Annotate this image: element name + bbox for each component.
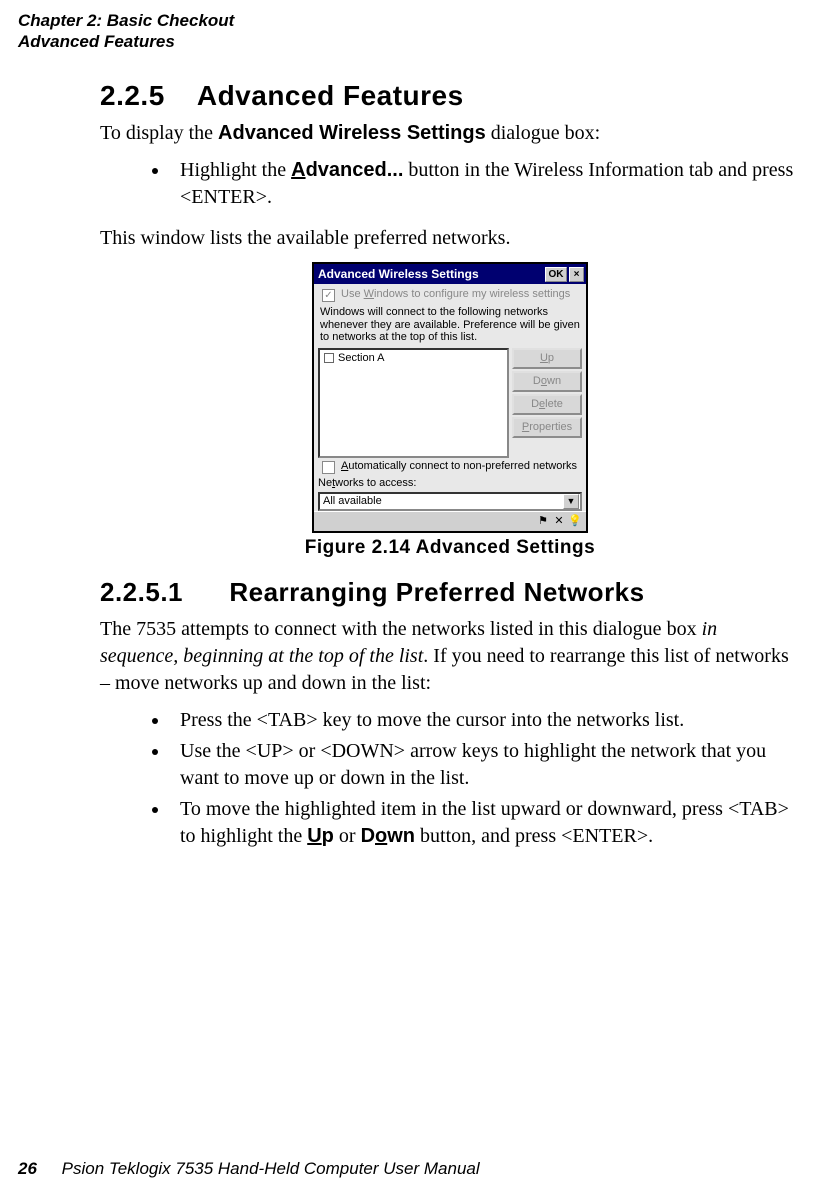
subsection-heading-2251: 2.2.5.1 Rearranging Preferred Networks	[100, 577, 800, 608]
networks-listbox[interactable]: Section A	[318, 348, 509, 458]
checkbox-label: Use Windows to configure my wireless set…	[341, 288, 570, 300]
figure-caption: Figure 2.14 Advanced Settings	[305, 537, 595, 559]
checkbox-row-auto[interactable]: Automatically connect to non-preferred n…	[318, 460, 582, 474]
bullet-text-mid: or	[334, 825, 361, 847]
dropdown-label: Networks to access:	[318, 477, 420, 489]
list-item[interactable]: Section A	[320, 350, 507, 366]
bold-post: wn	[387, 825, 415, 847]
mnemonic-letter: o	[375, 825, 387, 847]
bullet-text: Highlight the	[180, 159, 291, 181]
tray-icon: ⚑	[536, 514, 550, 528]
bullet-item: Use the <UP> or <DOWN> arrow keys to hig…	[170, 738, 800, 792]
checkbox-icon[interactable]: ✓	[322, 289, 335, 302]
ok-button[interactable]: OK	[545, 267, 567, 282]
titlebar: Advanced Wireless Settings OK ×	[314, 264, 586, 284]
dialog-window: Advanced Wireless Settings OK × ✓ Use Wi…	[312, 262, 588, 533]
intro-bold: Advanced Wireless Settings	[218, 122, 486, 144]
properties-button[interactable]: Properties	[512, 417, 582, 438]
btn-label-rest: p	[548, 352, 554, 364]
bullet-list-1: Highlight the Advanced... button in the …	[170, 157, 800, 211]
intro-prefix: To display the	[100, 122, 218, 144]
list-item-label: Section A	[338, 352, 384, 364]
bullet-item: Highlight the Advanced... button in the …	[170, 157, 800, 211]
figure-container: Advanced Wireless Settings OK × ✓ Use Wi…	[100, 262, 800, 559]
bold-pre: D	[361, 825, 375, 847]
network-icon	[324, 353, 334, 363]
list-area: Section A Up Down Delete Properties	[318, 348, 582, 458]
page-number: 26	[18, 1159, 37, 1178]
bullet-text-b: button, and press <ENTER>.	[415, 825, 653, 847]
networks-access-dropdown[interactable]: All available ▼	[318, 492, 582, 511]
intro-suffix: dialogue box:	[486, 122, 600, 144]
para-networks: This window lists the available preferre…	[100, 225, 800, 252]
info-text: Windows will connect to the following ne…	[318, 304, 582, 346]
label-post: works to access:	[335, 477, 416, 489]
mnemonic-letter: U	[540, 352, 548, 364]
page-content: 2.2.5 Advanced Features To display the A…	[100, 80, 800, 864]
titlebar-text: Advanced Wireless Settings	[316, 267, 543, 281]
checkbox-icon[interactable]	[322, 461, 335, 474]
para-a: The 7535 attempts to connect with the ne…	[100, 618, 702, 640]
btn-label-pre: D	[533, 375, 541, 387]
checkbox-label: Automatically connect to non-preferred n…	[341, 460, 577, 472]
chk-label-pre: Use	[341, 288, 364, 300]
up-button[interactable]: Up	[512, 348, 582, 369]
delete-button[interactable]: Delete	[512, 394, 582, 415]
subsection-number: 2.2.5.1	[100, 577, 183, 607]
button-column: Up Down Delete Properties	[512, 348, 582, 458]
section-number: 2.2.5	[100, 80, 165, 111]
bullet-list-2: Press the <TAB> key to move the cursor i…	[170, 707, 800, 850]
intro-text: To display the Advanced Wireless Setting…	[100, 120, 800, 147]
subsection-para: The 7535 attempts to connect with the ne…	[100, 616, 800, 697]
section-title: Advanced Features	[197, 80, 464, 111]
bullet-item: Press the <TAB> key to move the cursor i…	[170, 707, 800, 734]
tray-icon: 💡	[568, 514, 582, 528]
taskbar: ⚑ ✕ 💡	[314, 511, 586, 531]
bold-rest: p	[322, 825, 334, 847]
mnemonic-letter: U	[307, 825, 321, 847]
bullet-item: To move the highlighted item in the list…	[170, 796, 800, 850]
chk-label-post: indows to configure my wireless settings	[374, 288, 570, 300]
dialog-body: ✓ Use Windows to configure my wireless s…	[314, 284, 586, 511]
section-heading-225: 2.2.5 Advanced Features	[100, 80, 800, 112]
page-footer: 26 Psion Teklogix 7535 Hand-Held Compute…	[18, 1159, 480, 1179]
btn-label-post: wn	[547, 375, 561, 387]
label-pre: Ne	[318, 477, 332, 489]
checkbox-row-configure[interactable]: ✓ Use Windows to configure my wireless s…	[318, 288, 582, 302]
header-section: Advanced Features	[18, 31, 234, 52]
tray-icon: ✕	[552, 514, 566, 528]
subsection-title: Rearranging Preferred Networks	[229, 577, 644, 607]
btn-label-post: lete	[545, 398, 563, 410]
page-header: Chapter 2: Basic Checkout Advanced Featu…	[18, 10, 234, 53]
footer-title: Psion Teklogix 7535 Hand-Held Computer U…	[62, 1159, 480, 1178]
down-button[interactable]: Down	[512, 371, 582, 392]
mnemonic-letter: W	[364, 288, 374, 300]
dropdown-row: Networks to access:	[318, 477, 582, 489]
btn-label-rest: roperties	[529, 421, 572, 433]
btn-label-pre: D	[531, 398, 539, 410]
close-button[interactable]: ×	[569, 267, 584, 282]
mnemonic-letter: A	[291, 159, 305, 181]
chk-label-post: utomatically connect to non-preferred ne…	[348, 460, 577, 472]
dropdown-value: All available	[323, 495, 382, 507]
chevron-down-icon[interactable]: ▼	[563, 494, 579, 509]
bullet-bold-rest: dvanced...	[306, 159, 404, 181]
header-chapter: Chapter 2: Basic Checkout	[18, 10, 234, 31]
